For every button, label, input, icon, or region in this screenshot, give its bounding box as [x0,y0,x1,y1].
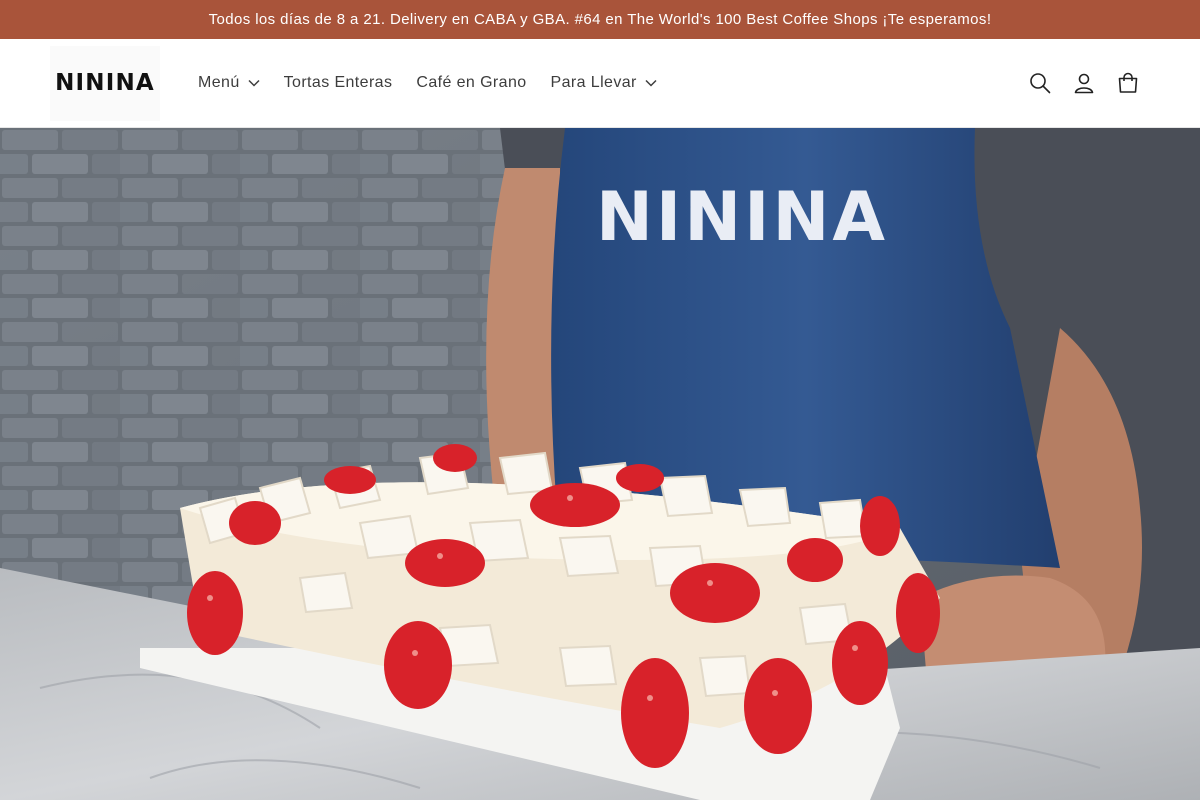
nav-item-tortas-enteras[interactable]: Tortas Enteras [284,74,393,92]
search-icon [1030,73,1051,94]
nav-item-label: Tortas Enteras [283,74,393,91]
announcement-bar: Todos los días de 8 a 21. Delivery en CA… [0,0,1200,39]
account-icon [1074,73,1094,94]
chevron-down-icon [645,79,657,87]
cart-button[interactable] [1106,61,1150,105]
nav-item-label: Para Llevar [550,74,637,91]
logo[interactable]: NININA [50,45,160,121]
main-nav: Menú Tortas Enteras Café en Grano Para L… [198,74,681,92]
site-header: NININA Menú Tortas Enteras Café en Grano… [0,39,1200,128]
chevron-down-icon [248,79,260,87]
nav-item-menu[interactable]: Menú [198,74,260,92]
nav-item-label: Café en Grano [416,74,527,91]
logo-text: NININA [55,70,155,96]
account-button[interactable] [1062,61,1106,105]
nav-item-para-llevar[interactable]: Para Llevar [551,74,657,92]
announcement-text: Todos los días de 8 a 21. Delivery en CA… [208,11,992,28]
nav-item-label: Menú [198,74,240,91]
hero-banner[interactable]: NININA [0,128,1200,800]
cart-icon [1118,72,1138,93]
header-icons [1018,61,1150,105]
hero-image: NININA [0,128,1200,800]
search-button[interactable] [1018,61,1062,105]
apron-logo-text: NININA [596,178,888,257]
nav-item-cafe-en-grano[interactable]: Café en Grano [416,74,526,92]
